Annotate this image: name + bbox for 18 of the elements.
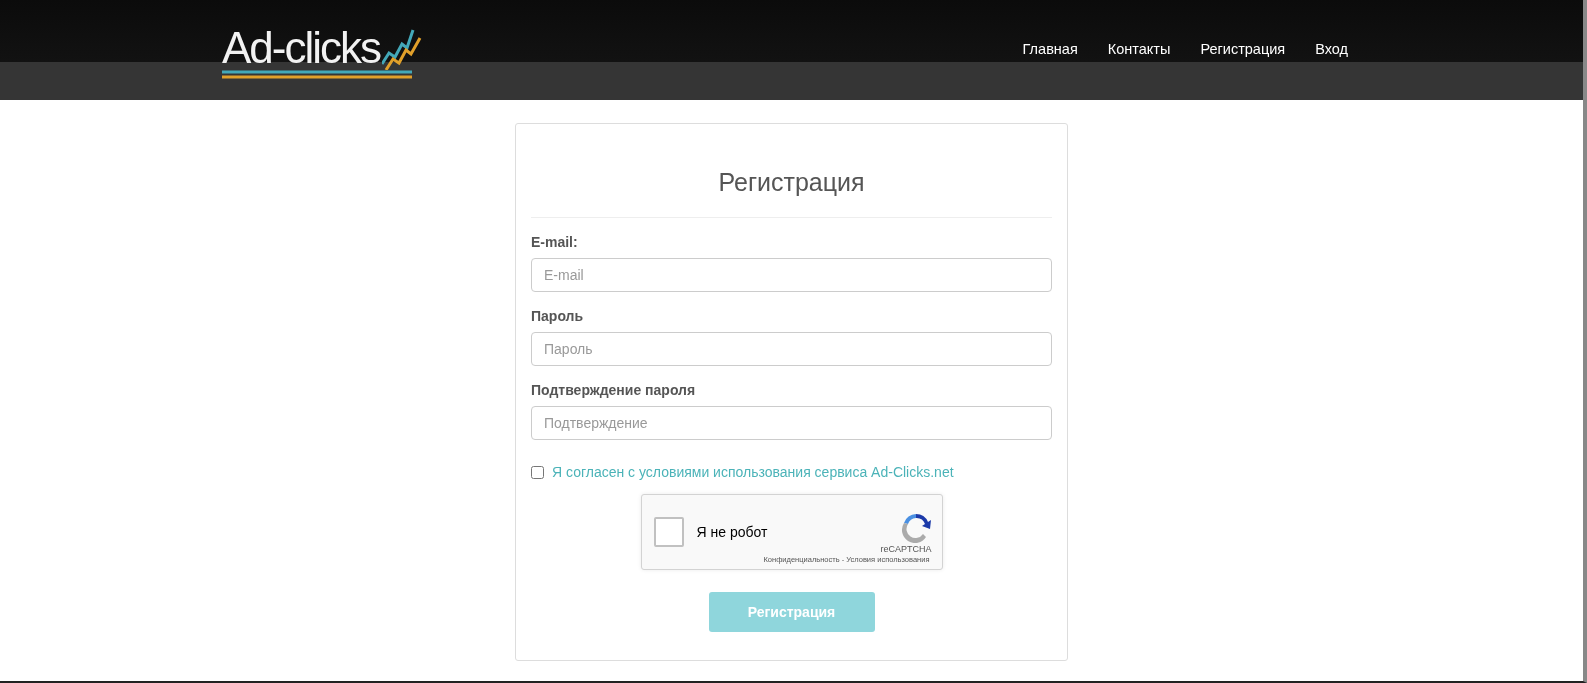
captcha-brand: reCAPTCHA bbox=[880, 543, 932, 554]
agree-checkbox[interactable] bbox=[531, 465, 544, 479]
nav-link[interactable]: Контакты bbox=[1107, 37, 1171, 61]
captcha-label: Я не робот bbox=[696, 524, 768, 540]
nav-link[interactable]: Главная bbox=[1022, 37, 1078, 61]
nav-link[interactable]: Вход bbox=[1315, 37, 1348, 61]
input-field[interactable]: Пароль bbox=[531, 332, 1052, 366]
logo-text: Ad-clicks bbox=[222, 26, 381, 70]
logo-underline-icon bbox=[222, 70, 412, 79]
field-label: Пароль bbox=[531, 308, 585, 324]
input-field[interactable]: E-mail bbox=[531, 258, 1052, 292]
form-title: Регистрация bbox=[531, 124, 1052, 218]
field-label: Подтверждение пароля bbox=[531, 382, 697, 398]
nav-link[interactable]: Регистрация bbox=[1200, 37, 1286, 61]
logo-chart-icon bbox=[382, 28, 423, 70]
field-label: E-mail: bbox=[531, 234, 579, 250]
input-field[interactable]: Подтверждение bbox=[531, 406, 1052, 440]
captcha-checkbox[interactable] bbox=[653, 517, 684, 547]
